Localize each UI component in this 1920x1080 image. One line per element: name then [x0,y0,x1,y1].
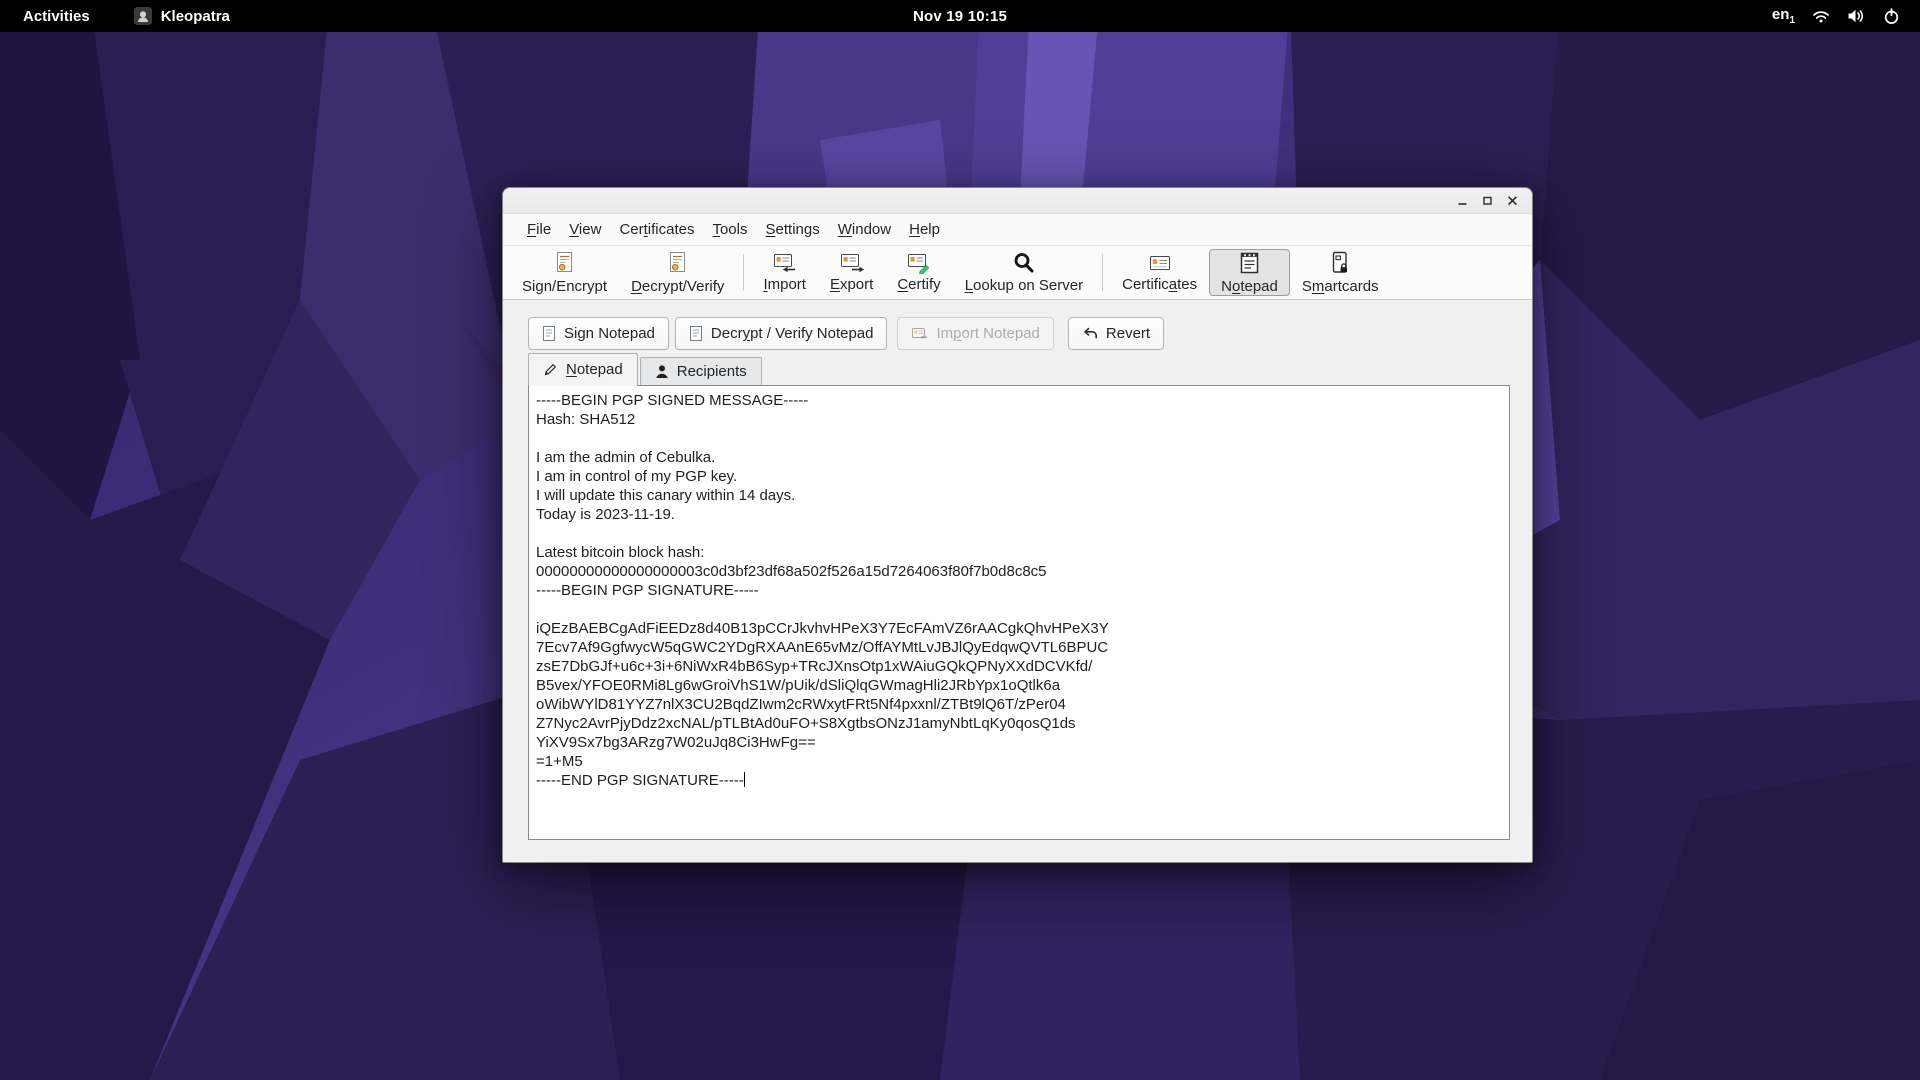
menu-file[interactable]: File [518,216,560,243]
notepad-icon [1238,251,1261,276]
notepad-actions: Sign Notepad Decrypt / Verify Notepad [528,317,1510,350]
import-certificate-icon [772,252,798,274]
menu-view[interactable]: View [560,216,610,243]
export-certificate-icon [839,252,865,274]
toolbar-certify[interactable]: Certify [885,249,952,296]
power-icon[interactable] [1883,8,1900,25]
sign-encrypt-icon [554,251,575,276]
pgp-message-text: -----BEGIN PGP SIGNED MESSAGE----- Hash:… [536,392,1109,789]
toolbar-import[interactable]: Import [751,249,818,296]
toolbar-certificates[interactable]: Certificates [1110,249,1209,296]
menubar: File View Certificates Tools Settings Wi… [503,214,1532,246]
toolbar-lookup-server[interactable]: Lookup on Server [953,249,1095,296]
tab-label: Recipients [677,363,747,380]
tab-notepad[interactable]: Notepad [528,353,638,385]
window-titlebar[interactable] [503,188,1532,214]
window-close-icon[interactable] [1503,192,1521,210]
notepad-editor-content: -----BEGIN PGP SIGNED MESSAGE----- Hash:… [529,386,1509,795]
toolbar-label: Notepad [1221,278,1278,295]
smartcards-icon [1329,251,1351,276]
toolbar-smartcards[interactable]: Smartcards [1290,249,1391,296]
menu-certificates[interactable]: Certificates [610,216,703,243]
app-indicator-label: Kleopatra [161,8,230,25]
kleopatra-app-icon [134,7,152,25]
button-label: Sign Notepad [564,325,655,342]
gnome-top-bar: Activities Kleopatra Nov 19 10:15 en1 [0,0,1920,32]
sign-notepad-button[interactable]: Sign Notepad [528,317,669,350]
certify-icon [906,252,932,274]
toolbar-label: Smartcards [1302,278,1379,295]
decrypt-notepad-icon [689,325,703,342]
menu-tools[interactable]: Tools [703,216,756,243]
toolbar-separator [743,254,744,291]
certificates-icon [1148,252,1172,274]
lookup-server-icon [1012,251,1036,275]
tab-label: Notepad [566,361,623,378]
toolbar-label: Decrypt/Verify [631,278,724,295]
toolbar-label: Import [763,276,806,293]
tab-recipients[interactable]: Recipients [640,357,762,385]
button-label: Revert [1106,325,1150,342]
app-indicator[interactable]: Kleopatra [134,7,230,25]
sign-notepad-icon [542,325,556,342]
button-label: Decrypt / Verify Notepad [711,325,874,342]
button-label: Import Notepad [936,325,1039,342]
revert-icon [1082,326,1098,341]
decrypt-verify-notepad-button[interactable]: Decrypt / Verify Notepad [675,317,888,350]
kleopatra-window: File View Certificates Tools Settings Wi… [502,187,1533,863]
clock[interactable]: Nov 19 10:15 [913,8,1007,25]
recipients-person-icon [655,364,669,379]
wifi-icon[interactable] [1812,8,1830,24]
activities-button[interactable]: Activities [17,6,96,27]
edit-pencil-icon [543,362,558,377]
revert-button[interactable]: Revert [1068,317,1164,350]
text-cursor [744,772,745,787]
toolbar-label: Certify [897,276,940,293]
import-notepad-button: Import Notepad [897,317,1053,350]
menu-help[interactable]: Help [900,216,949,243]
notepad-view: Sign Notepad Decrypt / Verify Notepad [503,317,1532,840]
volume-icon[interactable] [1847,8,1866,24]
window-maximize-icon[interactable] [1478,192,1496,210]
window-minimize-icon[interactable] [1453,192,1471,210]
decrypt-verify-icon [667,251,688,276]
menu-window[interactable]: Window [829,216,900,243]
toolbar-label: Certificates [1122,276,1197,293]
toolbar-label: Export [830,276,873,293]
menu-settings[interactable]: Settings [757,216,829,243]
input-source-indicator[interactable]: en1 [1772,6,1795,26]
main-toolbar: Sign/Encrypt Decrypt/Verify [503,246,1532,300]
toolbar-separator [1102,254,1103,291]
toolbar-decrypt-verify[interactable]: Decrypt/Verify [619,249,736,296]
toolbar-export[interactable]: Export [818,249,885,296]
toolbar-label: Sign/Encrypt [522,278,607,295]
toolbar-sign-encrypt[interactable]: Sign/Encrypt [510,249,619,296]
toolbar-notepad[interactable]: Notepad [1209,249,1290,296]
import-notepad-icon [911,327,928,340]
notepad-editor[interactable]: -----BEGIN PGP SIGNED MESSAGE----- Hash:… [528,385,1510,840]
notepad-tabbar: Notepad Recipients [528,353,1510,385]
toolbar-label: Lookup on Server [965,277,1083,294]
